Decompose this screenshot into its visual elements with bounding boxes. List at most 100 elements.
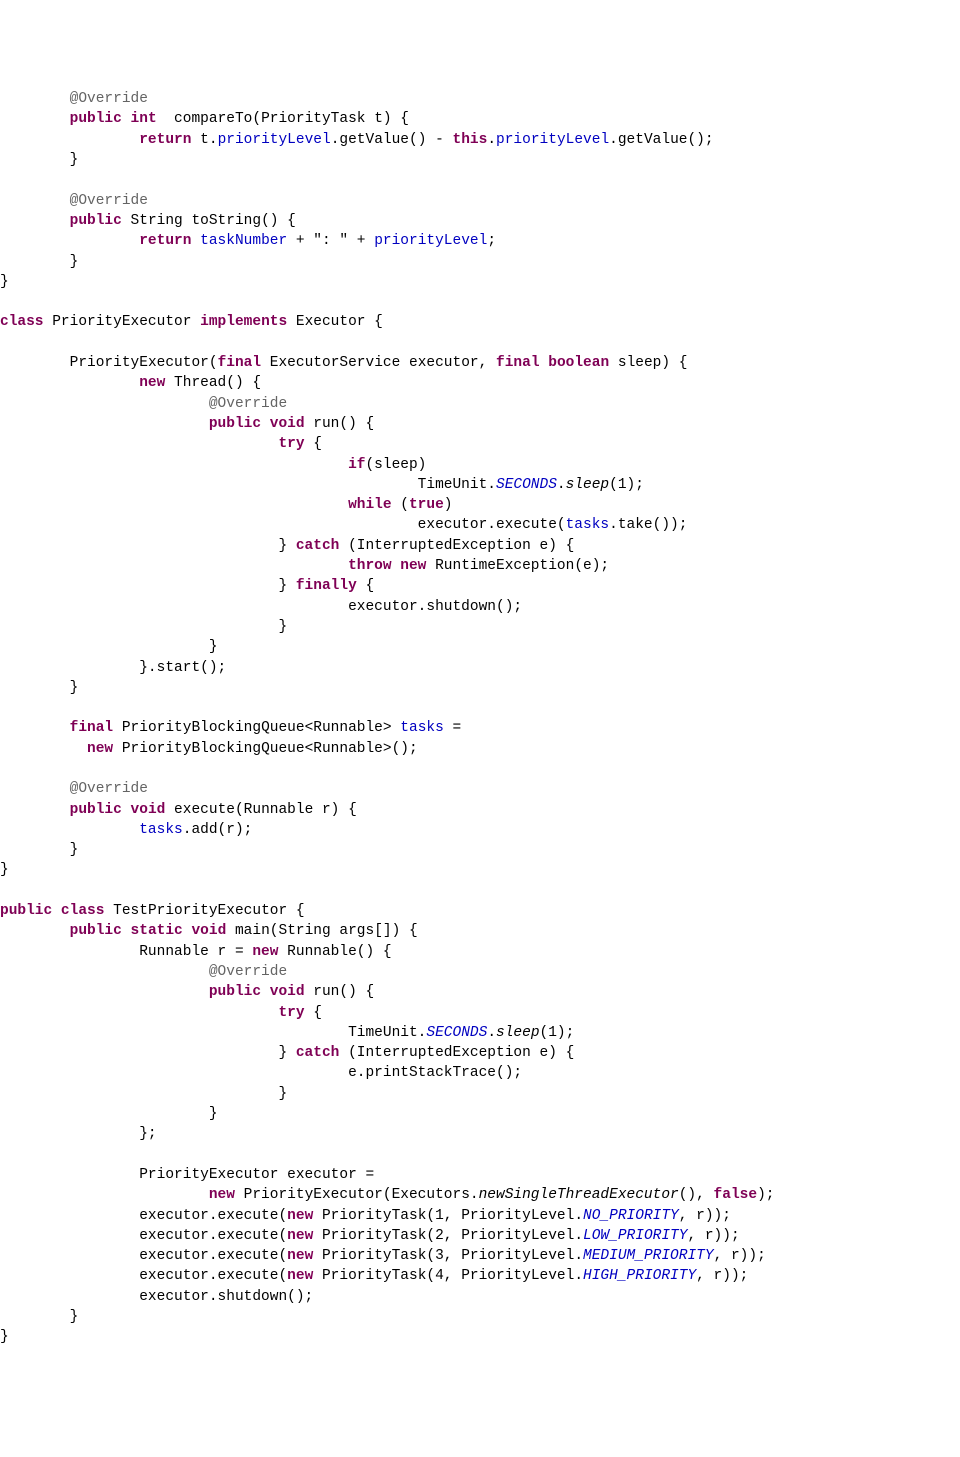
token-kw: public — [70, 213, 122, 229]
token-kw: new — [87, 741, 113, 757]
token-field: priorityLevel — [374, 233, 487, 249]
token-kw: void — [270, 416, 305, 432]
token-ann: @Override — [70, 91, 148, 107]
token-kw: final — [70, 720, 114, 736]
code-line: } — [0, 680, 78, 696]
code-line: new PriorityBlockingQueue<Runnable>(); — [0, 741, 418, 757]
code-line: } catch (InterruptedException e) { — [0, 538, 574, 554]
token-kw: true — [409, 497, 444, 513]
token-kw: new — [287, 1208, 313, 1224]
code-line: @Override — [0, 781, 148, 797]
token-field: tasks — [566, 517, 610, 533]
java-source-code: @Override public int compareTo(PriorityT… — [0, 89, 960, 1347]
code-line: }.start(); — [0, 660, 226, 676]
code-line: executor.shutdown(); — [0, 599, 522, 615]
token-kw: new — [139, 375, 165, 391]
token-kw: throw — [348, 558, 392, 574]
code-line: tasks.add(r); — [0, 822, 252, 838]
token-kw: new — [287, 1268, 313, 1284]
token-kw: class — [61, 903, 105, 919]
token-kw: public — [0, 903, 52, 919]
code-line: while (true) — [0, 497, 453, 513]
code-line: class PriorityExecutor implements Execut… — [0, 314, 383, 330]
token-staticm: sleep — [566, 477, 610, 493]
token-kw: if — [348, 457, 365, 473]
code-line: executor.execute(new PriorityTask(3, Pri… — [0, 1248, 766, 1264]
token-field: tasks — [139, 822, 183, 838]
code-line: throw new RuntimeException(e); — [0, 558, 609, 574]
code-line: PriorityExecutor(final ExecutorService e… — [0, 355, 688, 371]
code-line: @Override — [0, 91, 148, 107]
code-line: executor.execute(new PriorityTask(1, Pri… — [0, 1208, 731, 1224]
code-line: }; — [0, 1126, 157, 1142]
code-line: TimeUnit.SECONDS.sleep(1); — [0, 477, 644, 493]
token-kw: catch — [296, 1045, 340, 1061]
token-kw: while — [348, 497, 392, 513]
token-ann: @Override — [70, 193, 148, 209]
code-line: @Override — [0, 964, 287, 980]
token-kw: this — [453, 132, 488, 148]
code-line: executor.shutdown(); — [0, 1289, 313, 1305]
code-line: } — [0, 274, 9, 290]
code-line: Runnable r = new Runnable() { — [0, 944, 392, 960]
token-kw: public — [209, 984, 261, 1000]
code-line: return taskNumber + ": " + priorityLevel… — [0, 233, 496, 249]
token-kw: false — [714, 1187, 758, 1203]
token-kw: boolean — [548, 355, 609, 371]
token-kw: return — [139, 233, 191, 249]
token-kw: try — [278, 1005, 304, 1021]
token-kw: public — [70, 923, 122, 939]
token-ann: @Override — [70, 781, 148, 797]
code-line: } finally { — [0, 578, 374, 594]
token-kw: implements — [200, 314, 287, 330]
code-line: executor.execute(new PriorityTask(2, Pri… — [0, 1228, 740, 1244]
code-line: PriorityExecutor executor = — [0, 1167, 374, 1183]
code-line: public void run() { — [0, 984, 374, 1000]
code-line: @Override — [0, 396, 287, 412]
code-line: } catch (InterruptedException e) { — [0, 1045, 574, 1061]
token-kw: public — [70, 111, 122, 127]
token-field: taskNumber — [200, 233, 287, 249]
token-staticf: SECONDS — [426, 1025, 487, 1041]
code-line: } — [0, 1329, 9, 1345]
token-kw: final — [496, 355, 540, 371]
code-line: new Thread() { — [0, 375, 261, 391]
code-line: try { — [0, 1005, 322, 1021]
token-kw: try — [278, 436, 304, 452]
code-line: } — [0, 639, 218, 655]
code-line: @Override — [0, 193, 148, 209]
token-staticm: sleep — [496, 1025, 540, 1041]
token-kw: void — [131, 802, 166, 818]
token-kw: public — [209, 416, 261, 432]
token-kw: new — [252, 944, 278, 960]
code-line: public void run() { — [0, 416, 374, 432]
token-kw: catch — [296, 538, 340, 554]
token-staticm: newSingleThreadExecutor — [479, 1187, 679, 1203]
token-field: tasks — [400, 720, 444, 736]
token-kw: class — [0, 314, 44, 330]
token-staticf: NO_PRIORITY — [583, 1208, 679, 1224]
token-kw: new — [287, 1228, 313, 1244]
token-kw: static — [131, 923, 183, 939]
token-kw: new — [209, 1187, 235, 1203]
code-line: public int compareTo(PriorityTask t) { — [0, 111, 409, 127]
code-line: } — [0, 862, 9, 878]
code-line: new PriorityExecutor(Executors.newSingle… — [0, 1187, 774, 1203]
token-kw: return — [139, 132, 191, 148]
token-staticf: MEDIUM_PRIORITY — [583, 1248, 714, 1264]
code-line: try { — [0, 436, 322, 452]
code-line: } — [0, 152, 78, 168]
token-kw: final — [218, 355, 262, 371]
token-staticf: SECONDS — [496, 477, 557, 493]
token-field: priorityLevel — [218, 132, 331, 148]
token-kw: void — [270, 984, 305, 1000]
code-line: public void execute(Runnable r) { — [0, 802, 357, 818]
code-line: TimeUnit.SECONDS.sleep(1); — [0, 1025, 574, 1041]
code-line: } — [0, 1106, 218, 1122]
code-line: e.printStackTrace(); — [0, 1065, 522, 1081]
token-ann: @Override — [209, 964, 287, 980]
token-staticf: LOW_PRIORITY — [583, 1228, 687, 1244]
code-line: } — [0, 842, 78, 858]
code-line: executor.execute(tasks.take()); — [0, 517, 687, 533]
token-staticf: HIGH_PRIORITY — [583, 1268, 696, 1284]
